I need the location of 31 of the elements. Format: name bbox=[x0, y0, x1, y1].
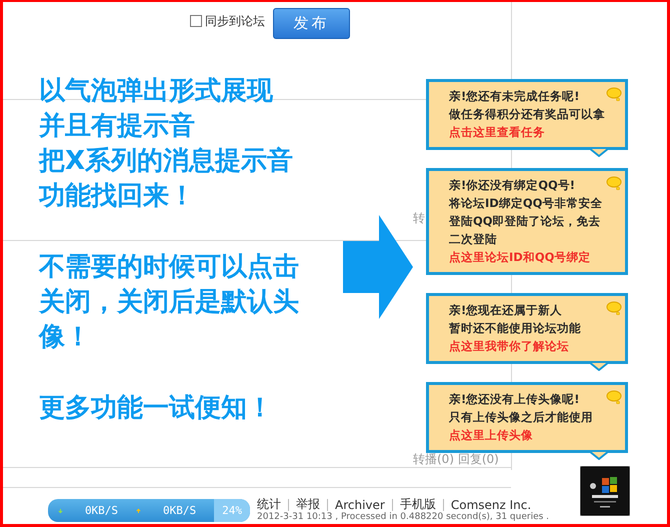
upload-speed: 0KB/S bbox=[163, 504, 196, 517]
footer-info: 2012-3-31 10:13 , Processed in 0.488220 second(s), 31 queries . bbox=[257, 512, 550, 522]
footer-link[interactable]: 统计 bbox=[257, 496, 281, 513]
sync-checkbox[interactable] bbox=[190, 15, 202, 27]
footer-link[interactable]: Comsenz Inc. bbox=[450, 498, 532, 512]
speech-bubble-icon bbox=[606, 176, 622, 190]
bubble-text: 只有上传头像之后才能使用 点这里上传头像 bbox=[449, 409, 594, 444]
reply-stats: 转 bbox=[413, 210, 425, 227]
bubble-text: 做任务得积分还有奖品可以拿 bbox=[449, 106, 605, 123]
arrow-icon bbox=[343, 215, 413, 319]
promo-text: 更多功能一试便知！ bbox=[39, 392, 274, 425]
cpu-usage: 24% bbox=[214, 499, 250, 522]
bubble-text: 暂时还不能使用论坛功能 bbox=[449, 320, 581, 337]
bubble-text: 亲!您还有未完成任务呢! bbox=[449, 88, 580, 105]
bubble-text: 登陆QQ即登陆了论坛，免去 bbox=[449, 213, 601, 230]
promo-text: 不需要的时候可以点击 关闭，关闭后是默认头 像！ bbox=[39, 251, 300, 354]
bubble-text: 二次登陆 bbox=[449, 231, 497, 248]
bubble-text: 亲!你还没有绑定QQ号! bbox=[449, 177, 576, 194]
speech-bubble-icon bbox=[606, 87, 622, 101]
footer-link[interactable]: 举报 bbox=[296, 496, 320, 513]
download-speed: 0KB/S bbox=[84, 504, 118, 517]
sync-label: 同步到论坛 bbox=[205, 12, 265, 30]
speech-bubble-icon bbox=[606, 390, 622, 404]
speech-bubble-icon bbox=[606, 301, 622, 315]
reply-stats: 转播(0) 回复(0) bbox=[413, 451, 499, 468]
footer-link[interactable]: 手机版 bbox=[400, 496, 436, 513]
footer-link[interactable]: Archiver bbox=[335, 498, 385, 512]
bubble-text: 亲!您还没有上传头像呢! bbox=[449, 391, 580, 408]
bubble-text: 亲!您现在还属于新人 bbox=[449, 302, 562, 319]
bubble-text: 将论坛ID绑定QQ号非常安全 bbox=[449, 195, 602, 212]
promo-text: 以气泡弹出形式展现 并且有提示音 把X系列的消息提示音 功能找回来！ bbox=[39, 75, 294, 213]
